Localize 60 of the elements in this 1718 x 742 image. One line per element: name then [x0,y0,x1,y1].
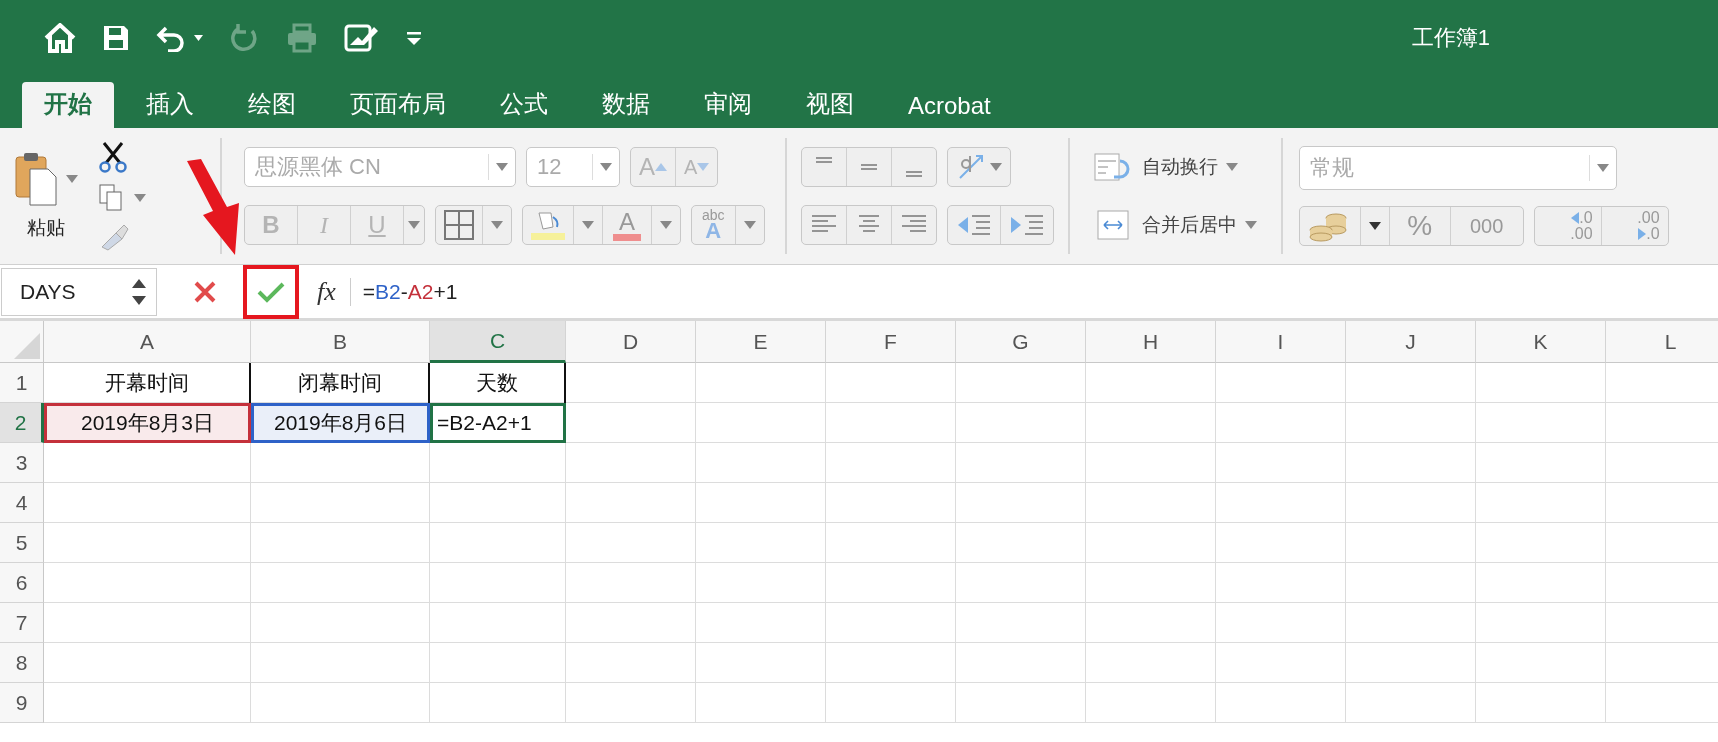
merge-center-button[interactable]: 合并后居中 [1141,211,1237,238]
column-header[interactable]: I [1216,321,1346,363]
column-header[interactable]: J [1346,321,1476,363]
save-icon[interactable] [102,24,130,52]
table-cell: 闭幕时间 [251,363,430,403]
column-header[interactable]: G [956,321,1086,363]
formula-field[interactable]: =B2-A2+1 [362,279,458,304]
dropdown-caret-icon[interactable] [1368,222,1381,230]
paste-label[interactable]: 粘贴 [27,215,65,241]
row-header[interactable]: 3 [0,443,44,483]
row-header[interactable]: 9 [0,683,44,723]
ribbon-tab[interactable]: 开始 [22,82,114,128]
increase-indent-icon[interactable] [1008,212,1045,238]
ribbon-tab[interactable]: 插入 [124,82,216,128]
row-header[interactable]: 7 [0,603,44,643]
ribbon-tab[interactable]: Acrobat [886,86,1013,128]
check-icon [257,280,285,303]
column-header[interactable]: D [566,321,696,363]
undo-icon[interactable] [156,24,204,52]
row-header[interactable]: 8 [0,643,44,683]
customize-caret-icon[interactable] [406,30,422,46]
column-header[interactable]: A [44,321,251,363]
clipboard-icon[interactable] [14,151,60,207]
column-header[interactable]: L [1606,321,1718,363]
ribbon-tab[interactable]: 公式 [478,82,570,128]
table-cell: 开幕时间 [44,363,251,403]
column-header[interactable]: F [826,321,956,363]
edit-document-icon[interactable] [344,23,380,53]
ribbon-tab[interactable]: 视图 [784,82,876,128]
row-header[interactable]: 1 [0,363,44,403]
row-header[interactable]: 5 [0,523,44,563]
home-icon[interactable] [44,23,76,53]
name-box[interactable]: DAYS [1,267,157,316]
ribbon-tab[interactable]: 数据 [580,82,672,128]
scissors-icon[interactable] [98,141,128,173]
column-header[interactable]: B [251,321,430,363]
column-header[interactable]: K [1476,321,1606,363]
copy-icon[interactable] [98,183,124,213]
table-cell: 2019年8月3日 [44,403,251,443]
wrap-text-button[interactable]: 自动换行 [1141,153,1218,180]
column-header[interactable]: C [430,321,566,363]
paste-dropdown-icon[interactable] [66,175,78,183]
column-header[interactable]: H [1086,321,1216,363]
table-cell: 天数 [430,363,566,403]
copy-dropdown-icon[interactable] [134,194,146,202]
enter-button[interactable] [243,264,299,319]
window-title: 工作簿1 [1411,24,1490,52]
ribbon-tab[interactable]: 审阅 [682,82,774,128]
borders-icon[interactable] [444,210,474,240]
fill-color-icon[interactable] [531,209,565,241]
row-header[interactable]: 6 [0,563,44,603]
close-icon [194,280,216,303]
table-cell: 2019年8月6日 [251,403,430,443]
ribbon-tab[interactable]: 页面布局 [328,82,468,128]
ribbon-tab[interactable]: 绘图 [226,82,318,128]
insert-function-button[interactable]: fx [317,276,336,307]
row-header[interactable]: 2 [0,403,44,443]
row-header[interactable]: 4 [0,483,44,523]
column-header[interactable]: E [696,321,826,363]
active-cell[interactable]: =B2-A2+1 [430,403,566,443]
